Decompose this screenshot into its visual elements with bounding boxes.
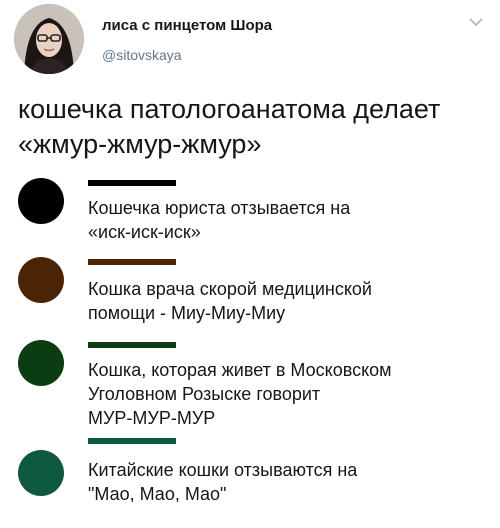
list-item: Кошечка юриста отзывается на «иск-иск-ис… (18, 176, 488, 246)
color-bar (88, 438, 176, 444)
color-circle (18, 257, 64, 303)
item-text-line: МУР-МУР-МУР (88, 408, 216, 428)
item-text-line: Кошечка юриста отзывается на (88, 198, 351, 218)
display-name[interactable]: лиса с пинцетом Шора (102, 17, 272, 34)
color-circle (18, 178, 64, 224)
item-text: Кошка врача скорой медицинской помощи - … (88, 277, 488, 325)
item-text-line: помощи - Миу-Миу-Миу (88, 303, 286, 323)
list-item: Кошка, которая живет в Московском Уголов… (18, 338, 488, 430)
color-bar (88, 180, 176, 186)
tweet-text-line: кошечка патологоанатома делает (18, 94, 441, 124)
user-handle[interactable]: @sitovskaya (102, 47, 182, 63)
item-text-line: Китайские кошки отзываются на (88, 460, 358, 480)
color-bar (88, 259, 176, 265)
color-circle (18, 340, 64, 386)
chevron-down-icon[interactable] (468, 16, 484, 28)
avatar[interactable] (14, 4, 84, 74)
item-text-line: «иск-иск-иск» (88, 222, 201, 242)
list-item: Кошка врача скорой медицинской помощи - … (18, 255, 488, 329)
color-bar (88, 342, 176, 348)
tweet-text: кошечка патологоанатома делает «жмур-жму… (18, 92, 488, 162)
item-text-line: "Мао, Мао, Мао" (88, 484, 227, 504)
avatar-photo-icon (14, 4, 84, 74)
item-text-line: Уголовном Розыске говорит (88, 384, 321, 404)
item-text: Кошка, которая живет в Московском Уголов… (88, 358, 488, 430)
item-text-line: Кошка врача скорой медицинской (88, 279, 372, 299)
tweet-header: лиса с пинцетом Шора @sitovskaya (14, 4, 486, 76)
tweet-text-line: «жмур-жмур-жмур» (18, 129, 262, 159)
item-text-line: Кошка, которая живет в Московском (88, 360, 392, 380)
list-item: Китайские кошки отзываются на "Мао, Мао,… (18, 434, 488, 514)
item-text: Кошечка юриста отзывается на «иск-иск-ис… (88, 196, 488, 244)
color-circle (18, 450, 64, 496)
item-text: Китайские кошки отзываются на "Мао, Мао,… (88, 458, 488, 506)
